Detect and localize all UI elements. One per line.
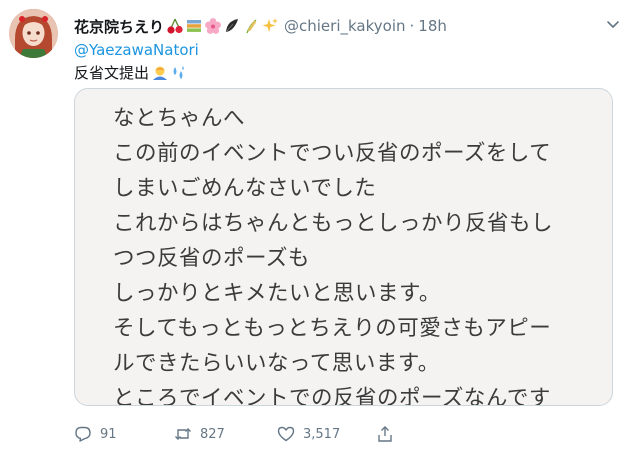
attached-image[interactable]: なとちゃんへ この前のイベントでつい反省のポーズをして しまいごめんなさいでした… — [74, 88, 613, 406]
timestamp[interactable]: 18h — [418, 17, 447, 35]
reply-mention[interactable]: @YaezawaNatori — [74, 41, 199, 59]
cherries-icon — [167, 18, 183, 34]
letter-text: なとちゃんへ この前のイベントでつい反省のポーズをして しまいごめんなさいでした… — [113, 101, 602, 406]
cherry-blossom-icon — [205, 18, 221, 34]
retweet-count: 827 — [200, 426, 225, 442]
letter-line: ルできたらいいなって思います。 — [113, 351, 440, 376]
letter-line: しっかりとキメたいと思います。 — [113, 281, 441, 306]
display-name[interactable]: 花京院ちえり — [74, 16, 164, 37]
handle[interactable]: @chieri_kakyoin — [284, 17, 405, 35]
reply-button[interactable]: 91 — [74, 425, 174, 443]
letter-line: つつ反省のポーズも — [113, 246, 310, 271]
letter-line: なとちゃんへ — [113, 106, 246, 131]
sweat-droplets-icon — [173, 65, 184, 79]
retweet-icon — [175, 428, 191, 440]
heart-icon — [277, 426, 295, 442]
letter-line: これからはちゃんともっとしっかり反省もし — [113, 211, 554, 236]
name-emojis — [166, 17, 279, 35]
separator-dot: · — [409, 17, 415, 35]
letter-line: しまいごめんなさいでした — [113, 176, 377, 201]
tweet-text-content: 反省文提出 — [74, 64, 150, 82]
share-button[interactable] — [376, 425, 402, 443]
feather-icon — [225, 19, 239, 33]
person-bowing-icon — [153, 66, 168, 80]
letter-line: そしてもっともっとちえりの可愛さもアピー — [113, 316, 552, 341]
letter-line: この前のイベントでつい反省のポーズをして — [113, 141, 552, 166]
tweet-header: 花京院ちえり @chieri_kakyoin · 18h — [74, 14, 447, 38]
avatar[interactable] — [9, 9, 58, 58]
books-icon — [187, 20, 202, 32]
reply-icon — [75, 426, 91, 442]
tweet-text: 反省文提出 — [74, 62, 187, 83]
rice-plant-icon — [246, 19, 257, 34]
share-icon — [378, 426, 392, 442]
chevron-down-icon[interactable] — [603, 14, 623, 34]
reply-count: 91 — [100, 426, 117, 442]
like-count: 3,517 — [303, 426, 341, 442]
letter-line: ところでイベントでの反省のポーズなんです — [113, 386, 551, 406]
tweet[interactable]: 花京院ちえり @chieri_kakyoin · 18h @YaezawaNat… — [0, 0, 639, 454]
like-button[interactable]: 3,517 — [277, 425, 376, 443]
action-bar: 91 827 3,517 — [74, 422, 402, 446]
retweet-button[interactable]: 827 — [174, 425, 277, 443]
sparkles-icon — [262, 18, 279, 32]
